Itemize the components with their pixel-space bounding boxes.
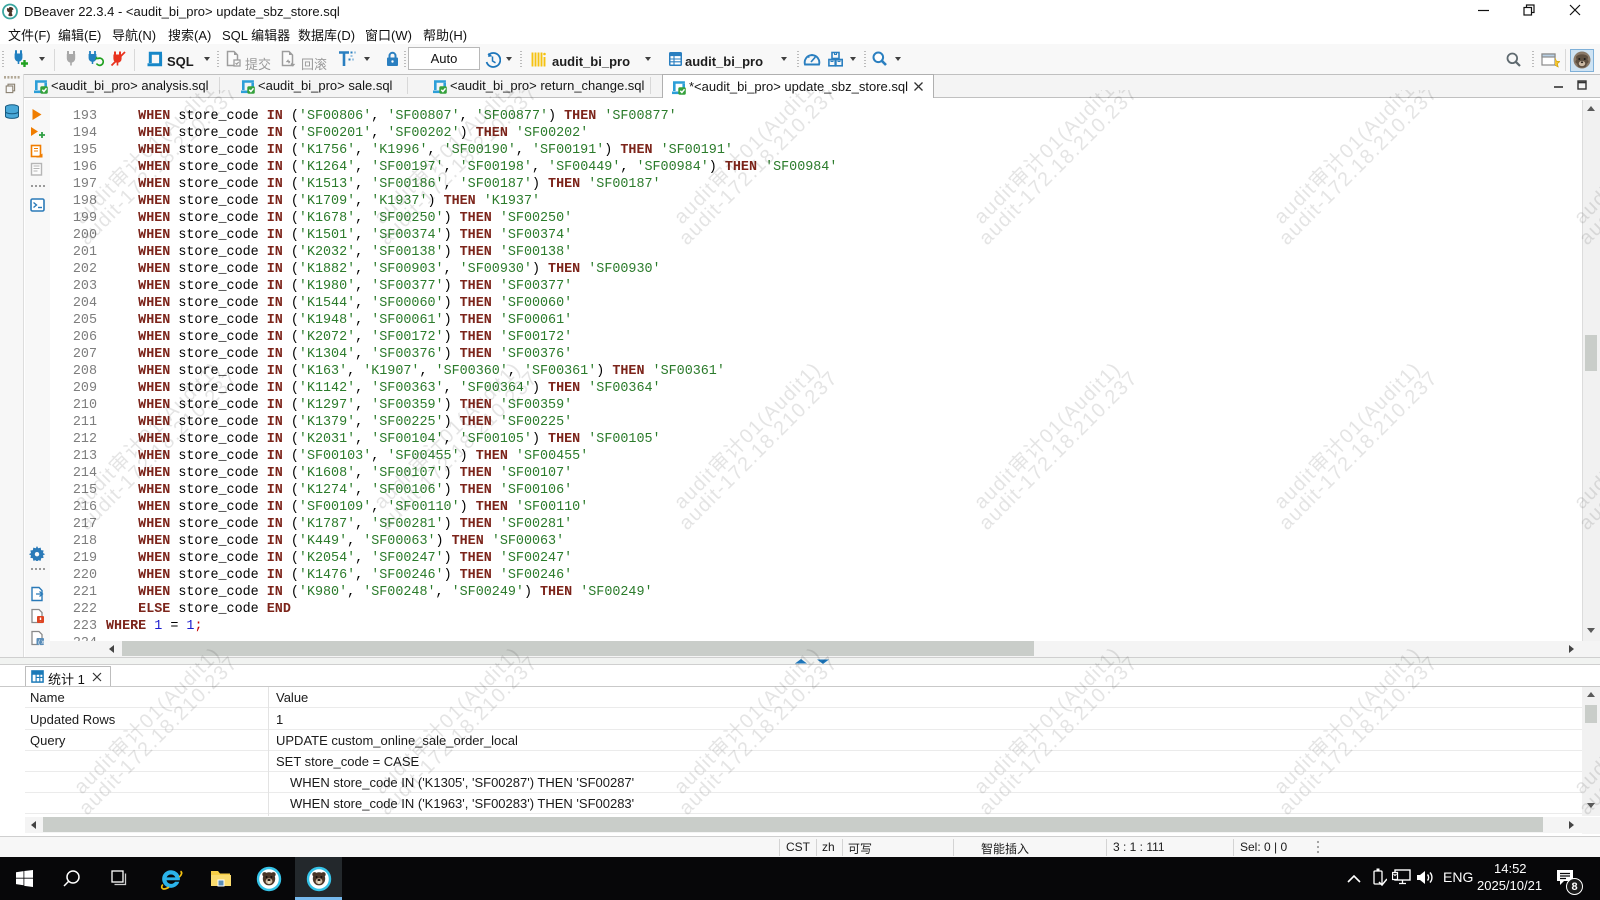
svg-text:(x): (x) — [38, 639, 46, 646]
